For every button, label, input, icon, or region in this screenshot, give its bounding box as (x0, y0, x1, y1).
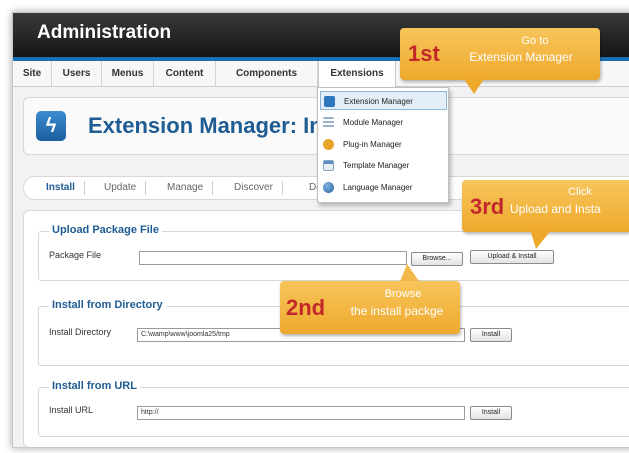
callout-step-3-line-2: Upload and Insta (510, 202, 601, 216)
menu-components[interactable]: Components (216, 61, 318, 87)
callout-step-1-line-2: Extension Manager (469, 50, 573, 64)
callout-step-3-pointer (530, 229, 552, 249)
extensions-dropdown: Extension Manager Module Manager Plug-in… (317, 87, 449, 203)
package-file-label: Package File (49, 250, 102, 260)
dropdown-item-label: Extension Manager (344, 97, 413, 106)
callout-step-3-line-1: Click (568, 186, 592, 198)
dropdown-item-module-manager[interactable]: Module Manager (320, 113, 447, 132)
tab-manage[interactable]: Manage (167, 181, 214, 195)
callout-step-2-line-1: Browse (384, 288, 422, 300)
tab-discover[interactable]: Discover (234, 181, 283, 195)
lightning-icon: ϟ (36, 111, 66, 141)
language-icon (323, 182, 334, 193)
menu-extensions[interactable]: Extensions (318, 61, 396, 87)
callout-step-1-pointer (462, 76, 486, 94)
extension-icon (324, 96, 335, 107)
callout-step-3-number: 3rd (470, 194, 505, 219)
template-icon (323, 160, 334, 171)
dropdown-item-language-manager[interactable]: Language Manager (320, 178, 447, 197)
callout-step-2-line-2: the install packge (350, 304, 444, 318)
tab-update[interactable]: Update (104, 181, 147, 195)
install-url-input[interactable]: http:// (137, 406, 465, 420)
menu-site[interactable]: Site (13, 61, 52, 87)
callout-step-1-line-1: Go to (521, 35, 549, 47)
dropdown-item-plugin-manager[interactable]: Plug-in Manager (320, 135, 447, 154)
page-title: Extension Manager: Insta (88, 113, 348, 138)
dropdown-item-label: Language Manager (343, 183, 413, 192)
callout-step-2: 2nd Browse the install packge (280, 281, 460, 334)
upload-install-button[interactable]: Upload & Install (470, 250, 554, 264)
dropdown-item-template-manager[interactable]: Template Manager (320, 156, 447, 175)
dropdown-item-label: Module Manager (343, 118, 404, 127)
callout-step-2-number: 2nd (286, 295, 326, 320)
install-directory-button[interactable]: Install (470, 328, 512, 342)
upload-legend: Upload Package File (49, 224, 162, 236)
package-file-input[interactable] (139, 251, 407, 265)
dropdown-item-label: Plug-in Manager (343, 140, 402, 149)
install-url-group: Install from URL Install URL http:// Ins… (38, 380, 629, 437)
dropdown-item-extension-manager[interactable]: Extension Manager (320, 91, 447, 110)
module-icon (323, 117, 334, 128)
admin-title: Administration (37, 22, 172, 43)
menu-menus[interactable]: Menus (102, 61, 154, 87)
menu-content[interactable]: Content (154, 61, 216, 87)
directory-legend: Install from Directory (49, 299, 166, 311)
callout-step-1-number: 1st (408, 41, 440, 66)
install-url-label: Install URL (49, 405, 94, 415)
url-legend: Install from URL (49, 380, 140, 392)
tab-install[interactable]: Install (46, 181, 85, 195)
dropdown-item-label: Template Manager (343, 161, 410, 170)
menu-users[interactable]: Users (52, 61, 102, 87)
install-url-button[interactable]: Install (470, 406, 512, 420)
install-directory-label: Install Directory (49, 327, 112, 337)
callout-step-3: 3rd Click Upload and Insta (462, 180, 629, 232)
plugin-icon (323, 139, 334, 150)
callout-step-1: 1st Go to Extension Manager (400, 28, 600, 80)
